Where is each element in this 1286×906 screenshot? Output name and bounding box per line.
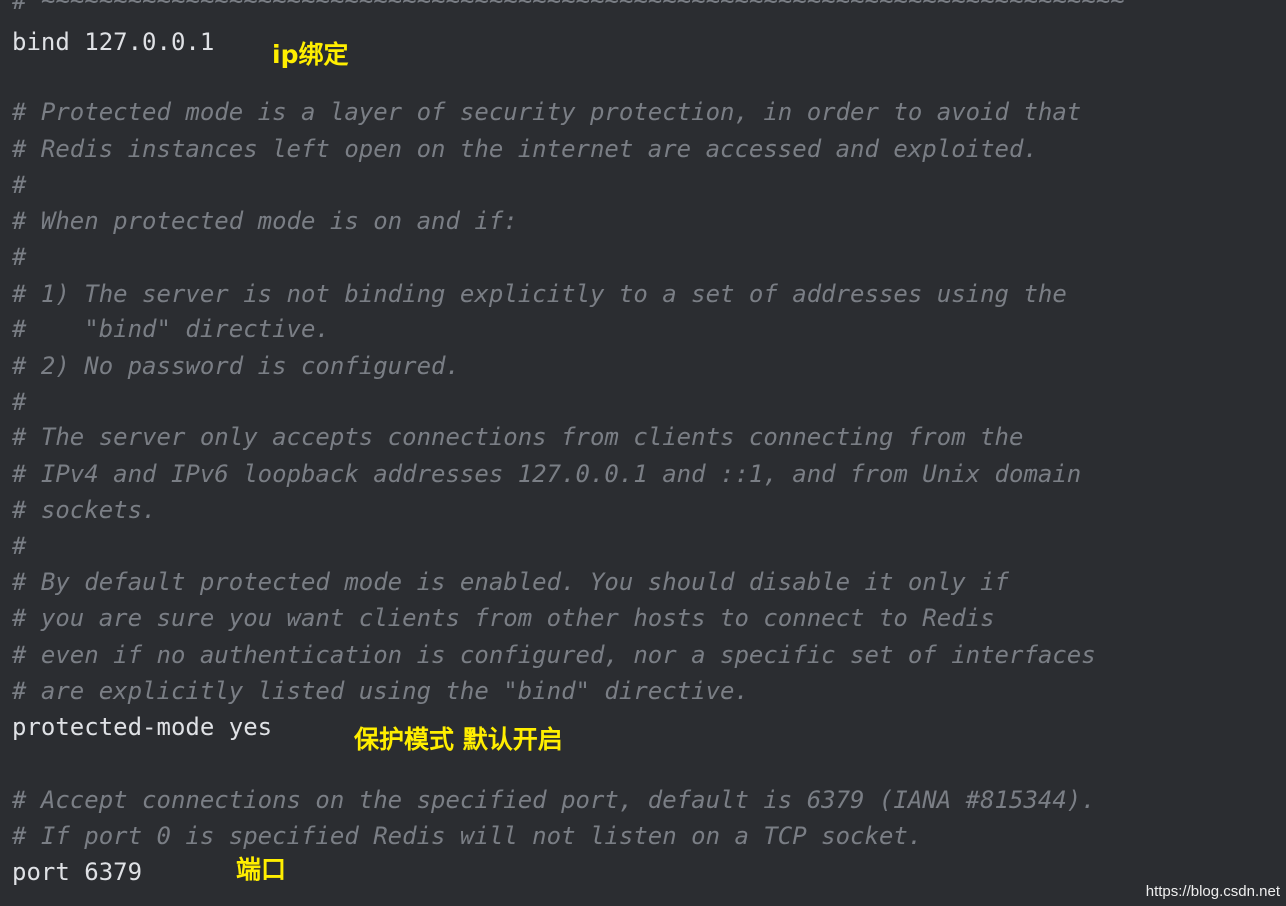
comment-line: # By default protected mode is enabled. … (12, 568, 1009, 596)
comment-line: # Protected mode is a layer of security … (12, 98, 1082, 126)
code-line-bind: bind 127.0.0.1 (12, 28, 215, 56)
comment-line: # sockets. (12, 496, 157, 524)
comment-line: # (12, 243, 27, 271)
annotation-protected-mode: 保护模式 默认开启 (354, 725, 563, 754)
comment-line: # 2) No password is configured. (12, 352, 460, 380)
comment-line-separator: # ~~~~~~~~~~~~~~~~~~~~~~~~~~~~~~~~~~~~~~… (12, 0, 1125, 15)
comment-line: # (12, 171, 27, 199)
comment-line: # Accept connections on the specified po… (12, 786, 1096, 814)
code-line-port: port 6379 (12, 858, 143, 886)
comment-line: # Redis instances left open on the inter… (12, 135, 1038, 163)
comment-line: # When protected mode is on and if: (12, 207, 518, 235)
comment-line: # (12, 388, 27, 416)
comment-line: # you are sure you want clients from oth… (12, 604, 995, 632)
comment-line: # 1) The server is not binding explicitl… (12, 280, 1067, 308)
comment-line: # (12, 532, 27, 560)
code-editor: # ~~~~~~~~~~~~~~~~~~~~~~~~~~~~~~~~~~~~~~… (0, 0, 1286, 906)
comment-line: # IPv4 and IPv6 loopback addresses 127.0… (12, 460, 1082, 488)
comment-line: # are explicitly listed using the "bind"… (12, 677, 749, 705)
code-line-protected-mode: protected-mode yes (12, 713, 273, 741)
comment-line: # "bind" directive. (12, 315, 330, 343)
comment-line: # even if no authentication is configure… (12, 641, 1096, 669)
annotation-port: 端口 (236, 855, 287, 884)
comment-line: # If port 0 is specified Redis will not … (12, 822, 923, 850)
watermark: https://blog.csdn.net (1145, 883, 1280, 900)
annotation-bind: ip绑定 (272, 40, 349, 69)
comment-line: # The server only accepts connections fr… (12, 423, 1024, 451)
